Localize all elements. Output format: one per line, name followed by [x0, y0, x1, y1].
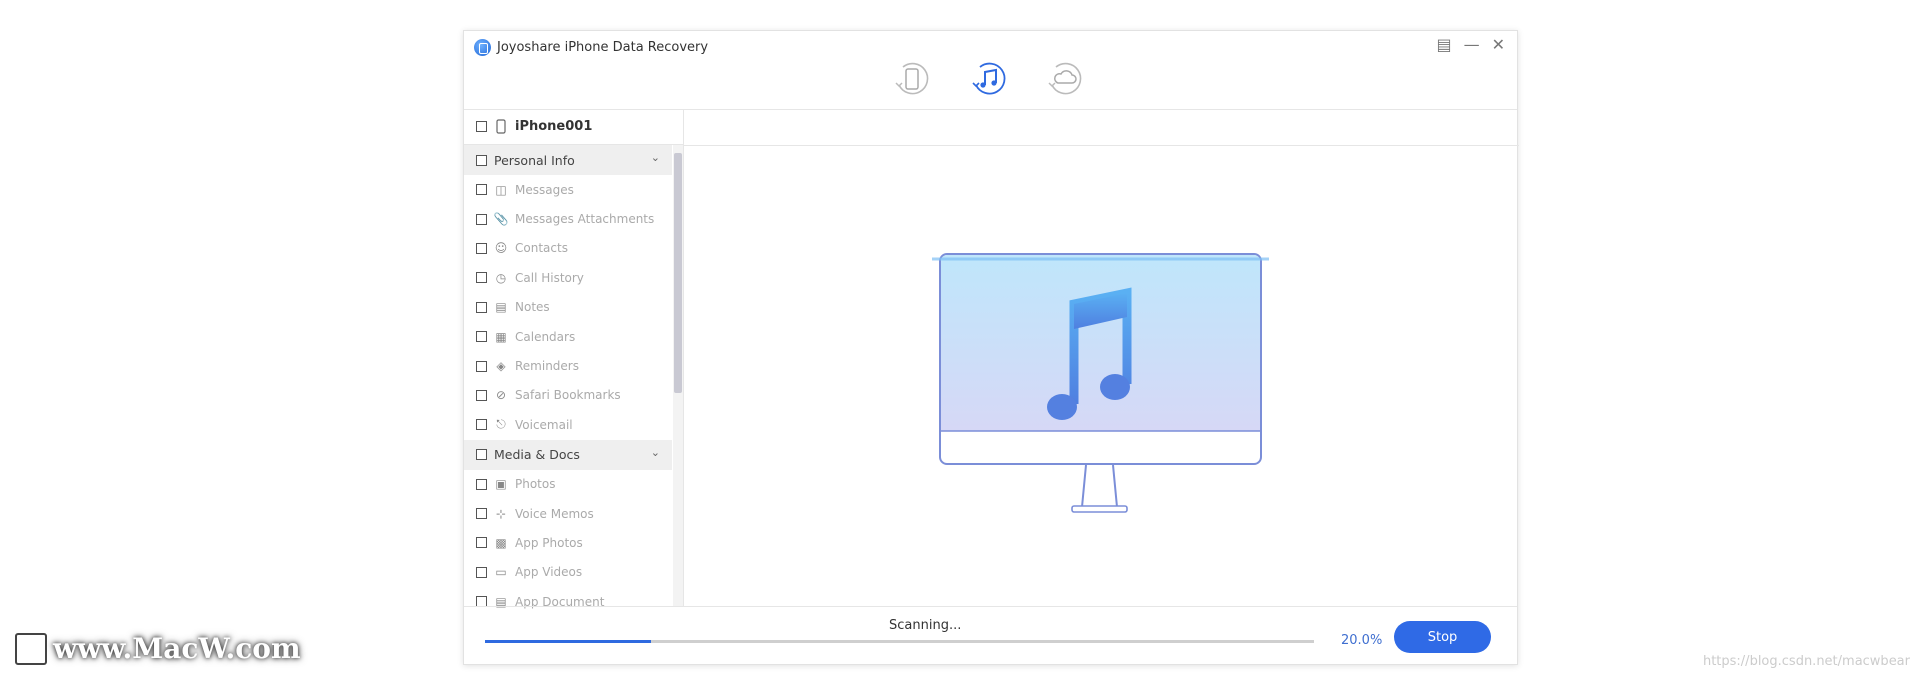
csdn-watermark: https://blog.csdn.net/macwbear: [1702, 654, 1910, 669]
window-controls: ▤ — ✕: [1436, 35, 1505, 54]
item-checkbox[interactable]: [476, 508, 487, 520]
sidebar-item-reminders[interactable]: ◈ Reminders: [464, 351, 672, 380]
iphone-icon: [493, 119, 509, 135]
item-label: Voice Memos: [515, 506, 594, 521]
group-personal-info[interactable]: Personal Info ⌄: [464, 145, 672, 175]
item-checkbox[interactable]: [476, 360, 487, 372]
sidebar-item-messages-attachments[interactable]: 📎 Messages Attachments: [464, 204, 672, 233]
device-row[interactable]: iPhone001: [464, 109, 683, 145]
sidebar: iPhone001 Personal Info ⌄ ◫ Messages 📎 Messag…: [464, 109, 684, 609]
sidebar-item-app-photos[interactable]: ▩ App Photos: [464, 528, 672, 557]
item-label: Messages Attachments: [515, 212, 655, 227]
icloud-recover-icon[interactable]: [1044, 58, 1086, 100]
device-checkbox[interactable]: [476, 121, 487, 132]
item-label: App Videos: [515, 565, 583, 580]
stop-button[interactable]: Stop: [1394, 621, 1491, 653]
paperclip-icon: 📎: [493, 212, 509, 227]
chevron-down-icon[interactable]: ⌄: [651, 446, 660, 459]
scan-progress-bar: [485, 640, 1314, 643]
item-checkbox[interactable]: [476, 184, 487, 196]
sidebar-scrollbar[interactable]: [673, 145, 683, 606]
message-icon: ◫: [495, 182, 507, 197]
item-checkbox[interactable]: [476, 213, 487, 225]
chevron-down-icon[interactable]: ⌄: [651, 151, 660, 164]
device-recover-icon[interactable]: [891, 58, 933, 100]
macw-watermark: www.MacW.com: [15, 632, 301, 665]
item-checkbox[interactable]: [476, 272, 487, 284]
item-checkbox[interactable]: [476, 389, 487, 401]
video-icon: ▭: [495, 565, 507, 580]
person-icon: ☺: [494, 241, 508, 256]
title-bar: Joyoshare iPhone Data Recovery: [474, 39, 708, 56]
waveform-icon: ⊹: [495, 506, 507, 521]
group-checkbox[interactable]: [476, 449, 487, 461]
sidebar-item-call-history[interactable]: ◷ Call History: [464, 263, 672, 292]
app-title: Joyoshare iPhone Data Recovery: [497, 40, 709, 55]
device-name: iPhone001: [515, 119, 593, 134]
sidebar-item-safari-bookmarks[interactable]: ⊘ Safari Bookmarks: [464, 381, 672, 410]
item-checkbox[interactable]: [476, 537, 487, 549]
camera-icon: ▣: [495, 477, 507, 492]
image-icon: ▩: [495, 535, 507, 550]
itunes-recover-icon[interactable]: [968, 58, 1010, 100]
group-media-docs[interactable]: Media & Docs ⌄: [464, 439, 672, 470]
sidebar-item-notes[interactable]: ▤ Notes: [464, 293, 672, 322]
item-checkbox[interactable]: [476, 301, 487, 313]
sidebar-item-photos[interactable]: ▣ Photos: [464, 470, 672, 499]
group-label: Personal Info: [494, 152, 575, 168]
tag-icon: ◈: [496, 359, 506, 374]
item-checkbox[interactable]: [476, 478, 487, 490]
item-label: Calendars: [515, 329, 576, 344]
group-checkbox[interactable]: [476, 154, 487, 166]
clock-icon: ◷: [495, 270, 507, 285]
sidebar-item-contacts[interactable]: ☺ Contacts: [464, 234, 672, 263]
item-label: Safari Bookmarks: [515, 388, 621, 403]
scan-footer: Scanning... 20.0% Stop: [464, 606, 1517, 666]
compass-icon: ⊘: [495, 388, 507, 403]
item-label: Voicemail: [515, 417, 573, 432]
scan-progress-fill: [485, 640, 651, 643]
app-logo-icon: [474, 39, 491, 56]
app-window: Joyoshare iPhone Data Recovery ▤ — ✕ iPh…: [463, 30, 1519, 666]
sidebar-item-app-videos[interactable]: ▭ App Videos: [464, 558, 672, 587]
menu-icon[interactable]: ▤: [1436, 35, 1451, 54]
item-label: Messages: [515, 182, 574, 197]
scan-status: Scanning...: [889, 618, 962, 633]
group-label: Media & Docs: [494, 447, 580, 463]
notes-icon: ▤: [495, 300, 507, 315]
progress-percent: 20.0%: [1341, 633, 1383, 648]
item-checkbox[interactable]: [476, 242, 487, 254]
calendar-icon: ▦: [495, 329, 507, 344]
scrollbar-thumb[interactable]: [674, 153, 682, 393]
item-label: Call History: [515, 270, 584, 285]
sidebar-item-voicemail[interactable]: ⎋ Voicemail: [464, 410, 672, 439]
sidebar-item-calendars[interactable]: ▦ Calendars: [464, 322, 672, 351]
item-label: Notes: [515, 300, 550, 315]
microphone-icon: ⎋: [496, 417, 506, 432]
item-label: Photos: [515, 477, 556, 492]
close-icon[interactable]: ✕: [1492, 35, 1505, 54]
sidebar-item-voice-memos[interactable]: ⊹ Voice Memos: [464, 499, 672, 528]
content-header-divider: [684, 145, 1519, 146]
item-label: App Photos: [515, 535, 583, 550]
item-checkbox[interactable]: [476, 566, 487, 578]
monitor-music-illustration: [932, 253, 1269, 513]
sidebar-item-messages[interactable]: ◫ Messages: [464, 175, 672, 204]
watermark-logo-icon: [15, 632, 47, 665]
item-checkbox[interactable]: [476, 331, 487, 343]
watermark-text: www.MacW.com: [53, 632, 301, 665]
item-checkbox[interactable]: [476, 419, 487, 431]
recovery-mode-tabs: [464, 58, 1517, 100]
item-label: Contacts: [515, 241, 568, 256]
minimize-icon[interactable]: —: [1464, 35, 1480, 54]
item-label: Reminders: [515, 359, 579, 374]
